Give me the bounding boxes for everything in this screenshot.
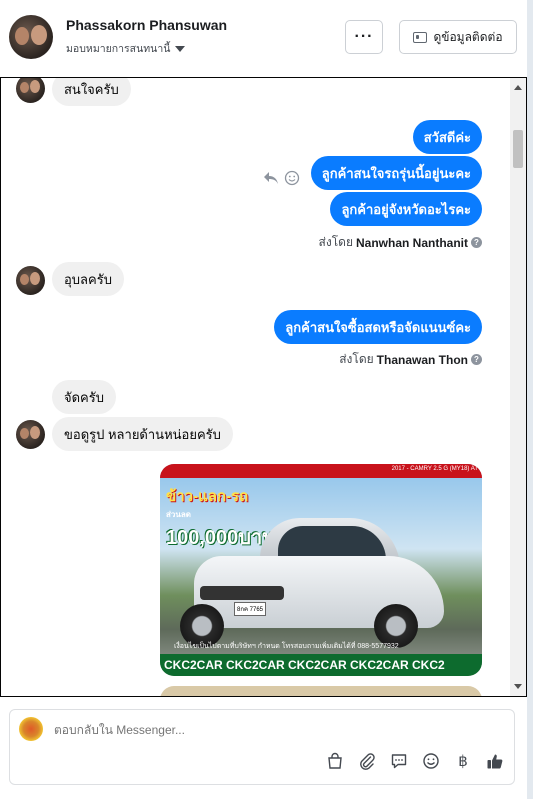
info-icon[interactable]: ? — [471, 237, 482, 248]
thread-scrollbar[interactable] — [510, 78, 526, 696]
sent-by-prefix: ส่งโดย — [339, 352, 374, 366]
avatar[interactable] — [9, 15, 53, 59]
car-photo-attachment[interactable]: 2017 - CAMRY 2.5 G (MY18) AT ข้าว-แลก-รถ… — [160, 464, 482, 676]
incoming-message[interactable]: ขอดูรูป หลายด้านหน่อยครับ — [52, 417, 233, 451]
message-thread[interactable]: สนใจครับ สวัสดีค่ะ ลูกค้าสนใจรถรุ่นนี้อย… — [0, 77, 527, 697]
view-contact-label: ดูข้อมูลติดต่อ — [433, 29, 503, 44]
scrollbar-thumb[interactable] — [513, 130, 523, 168]
page-avatar — [19, 717, 43, 741]
sender-avatar — [16, 266, 45, 295]
info-icon[interactable]: ? — [471, 354, 482, 365]
message-actions — [263, 170, 300, 190]
assign-conversation-dropdown[interactable]: มอบหมายการสนทนานี้ — [66, 40, 186, 57]
license-plate: 8กค 7765 — [234, 602, 266, 616]
sender-avatar — [16, 78, 45, 103]
image-caption: เงื่อนไขเป็นไปตามที่บริษัทฯ กำหนด โทรสอบ… — [174, 643, 399, 650]
caret-down-icon — [175, 45, 186, 52]
promo-discount-text: ส่วนลด — [166, 510, 191, 519]
composer-toolbar: ฿ — [326, 752, 504, 770]
incoming-message[interactable]: จัดครับ — [52, 380, 116, 414]
assign-label: มอบหมายการสนทนานี้ — [66, 43, 171, 55]
outgoing-message[interactable]: ลูกค้าสนใจซื้อสดหรือจัดแนนซ์คะ — [274, 310, 482, 344]
promo-top-text: ข้าว-แลก-รถ — [166, 488, 249, 505]
sent-by-prefix: ส่งโดย — [318, 235, 353, 249]
reply-composer: ฿ — [9, 709, 515, 785]
reply-icon[interactable] — [263, 171, 279, 189]
baht-icon[interactable]: ฿ — [454, 752, 472, 770]
more-options-button[interactable]: ··· — [345, 20, 383, 54]
contact-card-icon — [413, 31, 428, 43]
incoming-message[interactable]: อุบลครับ — [52, 262, 124, 296]
next-photo-attachment[interactable] — [160, 686, 482, 696]
car-grille-shape — [200, 586, 284, 600]
react-emoji-icon[interactable] — [284, 170, 300, 190]
sent-by-label: ส่งโดย Thanawan Thon ? — [339, 350, 482, 369]
saved-reply-icon[interactable] — [390, 752, 408, 770]
sent-by-label: ส่งโดย Nanwhan Nanthanit ? — [319, 233, 482, 252]
image-bottom-banner: CKC2CAR CKC2CAR CKC2CAR CKC2CAR CKC2 — [160, 654, 482, 676]
thumbs-up-icon[interactable] — [486, 752, 504, 770]
car-window-shape — [278, 526, 386, 560]
contact-name[interactable]: Phassakorn Phansuwan — [66, 17, 227, 33]
scroll-up-arrow-icon[interactable] — [514, 85, 522, 90]
paperclip-icon[interactable] — [358, 752, 376, 770]
outgoing-message[interactable]: ลูกค้าสนใจรถรุ่นนี้อยู่นะคะ — [310, 156, 482, 190]
conversation-panel: Phassakorn Phansuwan มอบหมายการสนทนานี้ … — [0, 0, 527, 799]
outgoing-message[interactable]: สวัสดีค่ะ — [412, 120, 482, 154]
image-model-text: 2017 - CAMRY 2.5 G (MY18) AT — [391, 466, 478, 472]
sent-by-name: Thanawan Thon — [376, 352, 468, 367]
reply-input[interactable] — [54, 723, 474, 737]
scroll-down-arrow-icon[interactable] — [514, 684, 522, 689]
incoming-message[interactable]: สนใจครับ — [52, 78, 131, 106]
sender-avatar — [16, 420, 45, 449]
view-contact-button[interactable]: ดูข้อมูลติดต่อ — [399, 20, 517, 54]
sent-by-name: Nanwhan Nanthanit — [355, 235, 468, 250]
emoji-icon[interactable] — [422, 752, 440, 770]
page-scroll-edge — [527, 0, 533, 799]
outgoing-message[interactable]: ลูกค้าอยู่จังหวัดอะไรคะ — [330, 192, 482, 226]
conversation-header: Phassakorn Phansuwan มอบหมายการสนทนานี้ … — [0, 0, 527, 76]
shopping-bag-icon[interactable] — [326, 752, 344, 770]
image-promo: ข้าว-แลก-รถ ส่วนลด 100,000บาท — [166, 484, 296, 549]
